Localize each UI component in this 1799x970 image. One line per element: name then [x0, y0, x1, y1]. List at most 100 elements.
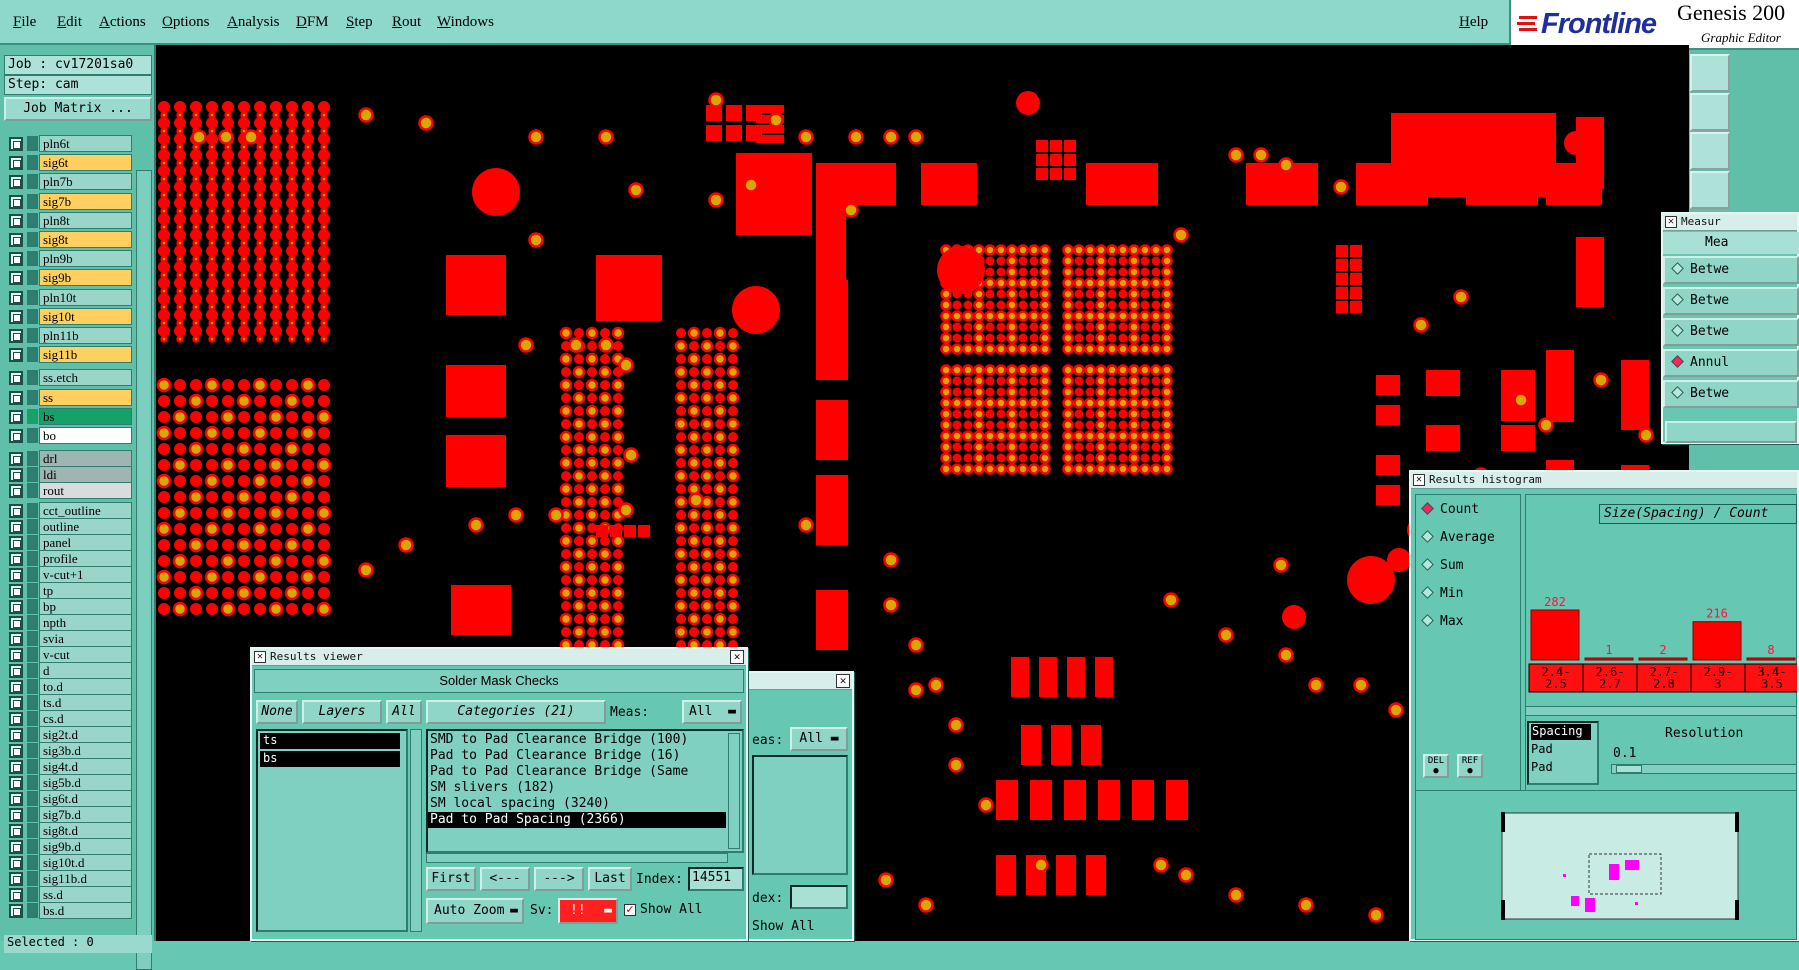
- layer-name[interactable]: rout: [39, 482, 132, 500]
- layer-name[interactable]: cs.d: [39, 710, 132, 728]
- last-button[interactable]: Last: [588, 867, 632, 891]
- menu-analysis[interactable]: Analysis: [227, 14, 280, 31]
- layer-name[interactable]: tp: [39, 582, 132, 600]
- layer-checkbox[interactable]: [9, 175, 23, 190]
- layer-name[interactable]: bs: [39, 407, 132, 425]
- close-icon[interactable]: ✕: [836, 674, 850, 688]
- list-item-spacing[interactable]: Spacing: [1531, 724, 1591, 740]
- layer-name[interactable]: sig4t.d: [39, 758, 132, 776]
- layer-row[interactable]: bs: [8, 407, 132, 425]
- menu-rout[interactable]: Rout: [392, 14, 421, 31]
- all-button[interactable]: All: [386, 700, 422, 724]
- layer-name[interactable]: panel: [39, 534, 132, 552]
- pan-icon[interactable]: [1690, 93, 1730, 131]
- none-button[interactable]: None: [256, 700, 298, 724]
- layer-checkbox[interactable]: [9, 600, 23, 615]
- window-menu-icon[interactable]: ✕: [1665, 216, 1677, 228]
- prev-button[interactable]: <---: [480, 867, 530, 891]
- meas-dropdown[interactable]: All ▬: [790, 727, 848, 751]
- menu-edit[interactable]: Edit: [57, 14, 82, 31]
- layer-row[interactable]: v-cut: [8, 646, 132, 664]
- category-item[interactable]: Pad to Pad Clearance Bridge (16): [428, 748, 726, 764]
- layer-checkbox[interactable]: [9, 792, 23, 807]
- show-all-checkbox[interactable]: ✓: [624, 904, 636, 916]
- histogram-option-average[interactable]: Average: [1421, 530, 1495, 545]
- layer-name[interactable]: sig9b: [39, 269, 132, 287]
- layer-checkbox[interactable]: [9, 348, 23, 363]
- index-input[interactable]: 14551: [688, 867, 744, 891]
- layer-name[interactable]: d: [39, 662, 132, 680]
- ref-button[interactable]: REF ●: [1457, 754, 1483, 778]
- layer-name[interactable]: svia: [39, 630, 132, 648]
- layer-name[interactable]: sig2t.d: [39, 726, 132, 744]
- layer-checkbox[interactable]: [9, 213, 23, 228]
- layer-name[interactable]: pln11b: [39, 327, 132, 344]
- job-matrix-button[interactable]: Job Matrix ...: [4, 97, 152, 121]
- layer-row[interactable]: cct_outline: [8, 502, 132, 520]
- layer-name[interactable]: pln8t: [39, 211, 132, 229]
- histogram-option-sum[interactable]: Sum: [1421, 558, 1463, 573]
- layer-checkbox[interactable]: [9, 824, 23, 839]
- layer-checkbox[interactable]: [9, 680, 23, 695]
- layer-row[interactable]: sig11b.d: [8, 870, 132, 888]
- layer-row[interactable]: pln8t: [8, 211, 132, 229]
- layer-checkbox[interactable]: [9, 808, 23, 823]
- categories-hscrollbar[interactable]: [426, 853, 728, 863]
- layer-row[interactable]: sig10t.d: [8, 854, 132, 872]
- layer-checkbox[interactable]: [9, 584, 23, 599]
- board-overview-map[interactable]: [1501, 812, 1741, 922]
- layer-row[interactable]: pln9b: [8, 250, 132, 268]
- layer-row[interactable]: pln7b: [8, 173, 132, 191]
- layer-checkbox[interactable]: [9, 648, 23, 663]
- layer-row[interactable]: sig9b: [8, 269, 132, 287]
- categories-scrollbar[interactable]: [728, 733, 740, 849]
- histogram-option-min[interactable]: Min: [1421, 586, 1463, 601]
- menu-dfm[interactable]: DFM: [296, 14, 329, 31]
- layer-checkbox[interactable]: [9, 632, 23, 647]
- layer-row[interactable]: sig6t.d: [8, 790, 132, 808]
- layer-row[interactable]: to.d: [8, 678, 132, 696]
- layer-name[interactable]: v-cut: [39, 646, 132, 664]
- histogram-bar[interactable]: [1638, 657, 1688, 661]
- del-button[interactable]: DEL ●: [1423, 754, 1449, 778]
- layer-row[interactable]: d: [8, 662, 132, 680]
- layer-checkbox[interactable]: [9, 760, 23, 775]
- layer-name[interactable]: sig10t.d: [39, 854, 132, 872]
- layers-button[interactable]: Layers: [302, 700, 382, 724]
- layer-name[interactable]: drl: [39, 450, 132, 468]
- measure-tool-icon[interactable]: [1690, 171, 1730, 209]
- layer-checkbox[interactable]: [9, 904, 23, 919]
- layer-name[interactable]: npth: [39, 614, 132, 632]
- measure-bottom-button[interactable]: [1665, 421, 1797, 443]
- meas-dropdown[interactable]: All ▬: [682, 700, 742, 724]
- layer-row[interactable]: drl: [8, 450, 132, 468]
- menu-step[interactable]: Step: [346, 14, 373, 31]
- layer-name[interactable]: outline: [39, 518, 132, 536]
- layer-checkbox[interactable]: [9, 840, 23, 855]
- layer-checkbox[interactable]: [9, 137, 23, 151]
- histogram-bar[interactable]: [1746, 657, 1796, 661]
- layer-name[interactable]: sig6t: [39, 154, 132, 172]
- menu-file[interactable]: File: [13, 14, 36, 31]
- window-menu-icon[interactable]: ✕: [1413, 474, 1425, 486]
- layer-name[interactable]: ss: [39, 388, 132, 406]
- layer-checkbox[interactable]: [9, 156, 23, 171]
- list-item-pad[interactable]: Pad: [1531, 760, 1553, 774]
- histogram-list[interactable]: Spacing Pad Pad: [1527, 721, 1599, 785]
- measure-option[interactable]: Betwe: [1663, 287, 1799, 315]
- layer-checkbox[interactable]: [9, 888, 23, 903]
- layer-row[interactable]: sig10t: [8, 307, 132, 325]
- layer-checkbox[interactable]: [9, 664, 23, 679]
- layer-checkbox[interactable]: [9, 856, 23, 871]
- list-item-pad[interactable]: Pad: [1531, 742, 1553, 756]
- layer-checkbox[interactable]: [9, 371, 23, 386]
- category-item[interactable]: SMD to Pad Clearance Bridge (100): [428, 732, 726, 748]
- layer-checkbox[interactable]: [9, 568, 23, 583]
- menu-actions[interactable]: Actions: [99, 14, 146, 31]
- measure-option[interactable]: Annul: [1663, 349, 1799, 377]
- measure-option[interactable]: Betwe: [1663, 256, 1799, 284]
- layer-name[interactable]: ldi: [39, 466, 132, 484]
- layer-row[interactable]: bs.d: [8, 902, 132, 920]
- resolution-slider[interactable]: [1611, 764, 1797, 774]
- layer-row[interactable]: npth: [8, 614, 132, 632]
